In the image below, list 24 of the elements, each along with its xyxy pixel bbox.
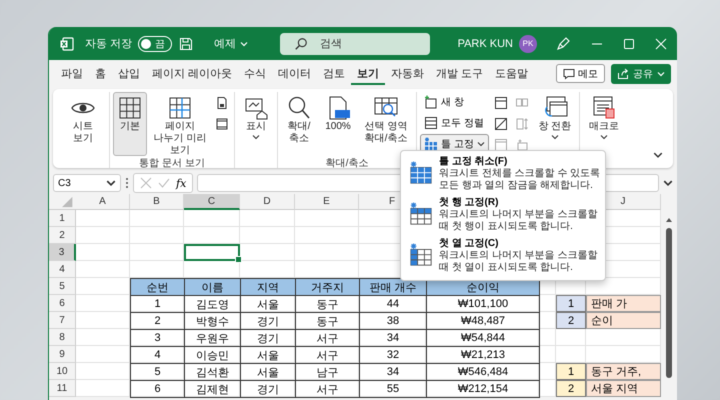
table-cell: ₩212,154 — [426, 380, 540, 398]
user-name: PARK KUN — [458, 38, 513, 50]
table-cell: 2 — [556, 312, 586, 329]
table-cell: 서울 지역 — [586, 380, 661, 397]
table-cell: 6 — [130, 380, 185, 398]
menu-item-description: 워크시트의 나머지 부분을 스크롤할 때 첫 열이 표시되도록 합니다. — [439, 250, 598, 274]
column-heading: 순번 — [130, 278, 185, 296]
menu-item-description: 워크시트 전체를 스크롤할 수 있도록 모든 행과 열의 잠금을 해제합니다. — [439, 168, 601, 192]
autosave-label: 자동 저장 — [85, 37, 132, 51]
group-label: 확대/축소 — [324, 157, 370, 171]
menu-item-title: 첫 행 고정(R) — [439, 197, 500, 209]
column-heading: 이름 — [184, 278, 241, 296]
table-cell: 동구 거주, — [586, 363, 661, 380]
table-cell: 판매 가 — [586, 295, 661, 312]
menu-item-title: 첫 열 고정(C) — [439, 238, 500, 250]
menu-item-title: 틀 고정 취소(F) — [439, 156, 508, 168]
column-heading: 지역 — [240, 278, 296, 296]
table-cell: 1 — [556, 295, 586, 312]
table-cell: 1 — [556, 363, 586, 380]
menu-item-description: 워크시트의 나머지 부분을 스크롤할 때 첫 행이 표시되도록 합니다. — [439, 209, 598, 233]
group-label: 통합 문서 보기 — [138, 157, 206, 171]
table-cell: 순이 — [586, 312, 661, 329]
column-heading: 거주지 — [295, 278, 360, 296]
table-cell: 2 — [556, 380, 586, 397]
